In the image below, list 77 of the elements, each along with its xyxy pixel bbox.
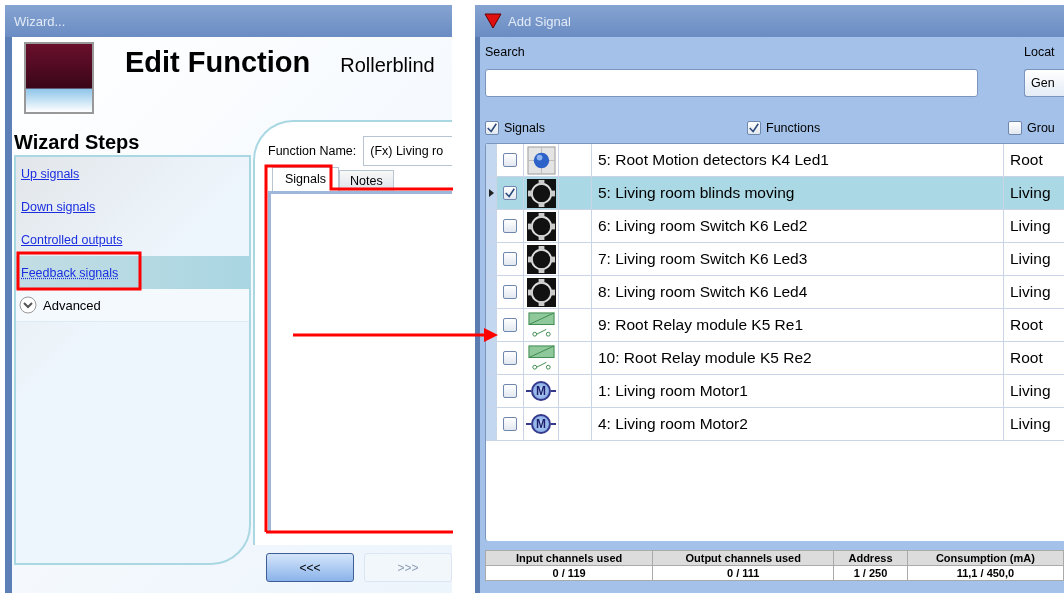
status-header: Address	[833, 550, 908, 566]
switch-icon	[526, 277, 556, 307]
checkbox[interactable]	[1008, 121, 1022, 135]
window-title: Wizard...	[14, 13, 66, 29]
checkbox[interactable]	[503, 351, 517, 365]
filter-label: Signals	[504, 121, 545, 135]
checkbox[interactable]	[747, 121, 761, 135]
checkbox[interactable]	[503, 417, 517, 431]
back-button[interactable]: <<<	[266, 553, 354, 582]
checkbox[interactable]	[503, 252, 517, 266]
function-name-field[interactable]: (Fx) Living ro	[363, 136, 452, 166]
window-title: Add Signal	[508, 13, 571, 29]
filter-label: Grou	[1027, 121, 1055, 135]
checkbox[interactable]	[503, 318, 517, 332]
steps-title: Wizard Steps	[14, 130, 141, 155]
signal-row[interactable]: 7: Living room Switch K6 Led3 Living	[486, 243, 1064, 276]
step-item[interactable]: Feedback signals	[16, 256, 249, 289]
function-type: Rollerblind	[340, 54, 435, 77]
signal-name: 9: Root Relay module K5 Re1	[592, 309, 1004, 341]
advanced-label: Advanced	[43, 297, 101, 313]
step-item[interactable]: Down signals	[16, 190, 249, 223]
location-cell-text: Living	[1009, 282, 1052, 302]
status-value: 0 / 111	[652, 565, 834, 581]
chevron-icon[interactable]	[19, 296, 37, 314]
row-pointer-icon	[488, 189, 494, 197]
step-item[interactable]: Up signals	[16, 157, 249, 190]
signal-row[interactable]: 8: Living room Switch K6 Led4 Living	[486, 276, 1064, 309]
location-cell-text: Living	[1009, 414, 1052, 434]
status-header: Consumption (mA)	[907, 550, 1064, 566]
checkbox[interactable]	[503, 186, 517, 200]
location-cell-text: Root	[1009, 315, 1044, 335]
signal-row[interactable]: 5: Living room blinds moving Living	[486, 177, 1064, 210]
location-cell-text: Root	[1009, 150, 1044, 170]
signal-name: 8: Living room Switch K6 Led4	[592, 276, 1004, 308]
switch-icon	[526, 178, 556, 208]
location-label: Locat	[1024, 45, 1056, 59]
filter-label: Functions	[766, 121, 821, 135]
checkbox[interactable]	[485, 121, 499, 135]
checkbox[interactable]	[503, 153, 517, 167]
warning-triangle-icon	[484, 13, 502, 29]
location-cell-text: Living	[1009, 216, 1052, 236]
status-header: Input channels used	[485, 550, 653, 566]
signal-name: 6: Living room Switch K6 Led2	[592, 210, 1004, 242]
location-dropdown[interactable]: Gen	[1024, 69, 1064, 97]
signal-row[interactable]: 6: Living room Switch K6 Led2 Living	[486, 210, 1064, 243]
relay-icon	[526, 310, 556, 340]
signal-row[interactable]: M 4: Living room Motor2 Living	[486, 408, 1064, 441]
signal-row[interactable]: 9: Root Relay module K5 Re1 Root	[486, 309, 1064, 342]
checkbox[interactable]	[503, 219, 517, 233]
switch-icon	[526, 244, 556, 274]
signal-row[interactable]: 10: Root Relay module K5 Re2 Root	[486, 342, 1064, 375]
signal-row[interactable]: M 1: Living room Motor1 Living	[486, 375, 1064, 408]
status-value: 1 / 250	[833, 565, 908, 581]
step-item[interactable]: Controlled outputs	[16, 223, 249, 256]
switch-icon	[526, 211, 556, 241]
status-value: 11,1 / 450,0	[907, 565, 1064, 581]
field-label: Function Name:	[268, 144, 357, 158]
signal-name: 4: Living room Motor2	[592, 408, 1004, 440]
search-label: Search	[485, 45, 526, 59]
search-field[interactable]	[485, 69, 978, 97]
roller-blind-icon	[24, 42, 94, 114]
status-value: 0 / 119	[485, 565, 653, 581]
signal-name: 10: Root Relay module K5 Re2	[592, 342, 1004, 374]
status-header: Output channels used	[652, 550, 834, 566]
relay-icon	[526, 343, 556, 373]
signal-name: 5: Living room blinds moving	[592, 177, 1004, 209]
location-cell-text: Living	[1009, 183, 1052, 203]
signal-name: 7: Living room Switch K6 Led3	[592, 243, 1004, 275]
checkbox[interactable]	[503, 384, 517, 398]
checkbox[interactable]	[503, 285, 517, 299]
signal-name: 5: Root Motion detectors K4 Led1	[592, 144, 1004, 176]
location-cell-text: Living	[1009, 249, 1052, 269]
led-icon	[526, 145, 556, 175]
location-cell-text: Living	[1009, 381, 1052, 401]
location-cell-text: Root	[1009, 348, 1044, 368]
signal-name: 1: Living room Motor1	[592, 375, 1004, 407]
page-heading: Edit Function	[125, 46, 311, 79]
